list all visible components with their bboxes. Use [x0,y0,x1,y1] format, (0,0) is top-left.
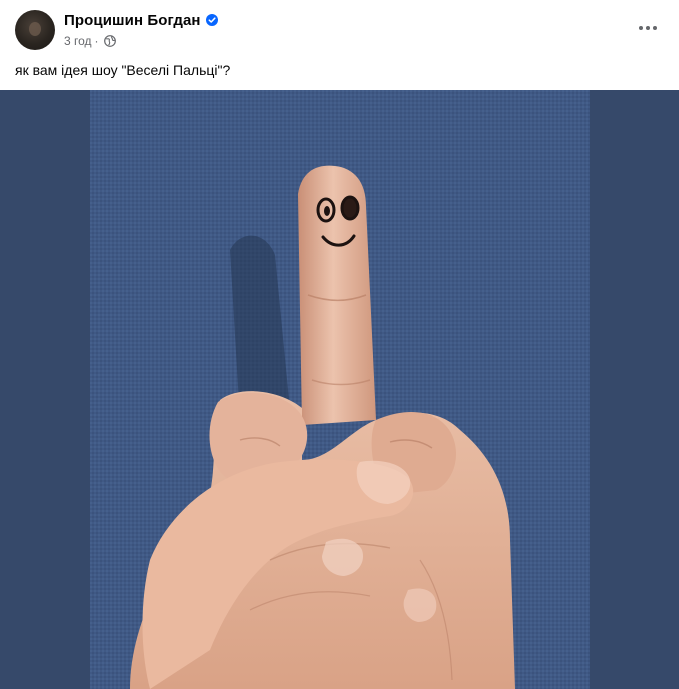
more-horizontal-icon [639,26,657,30]
post-timestamp[interactable]: 3 год [64,34,92,48]
post-header: Процишин Богдан 3 год · [0,0,679,56]
meta-separator: · [94,33,99,48]
post-media[interactable] [0,90,679,689]
verified-badge-icon [205,14,218,26]
author-name[interactable]: Процишин Богдан [64,12,201,29]
author-avatar[interactable] [15,10,55,50]
post-message: як вам ідея шоу "Веселі Пальці"? [15,62,231,78]
more-options-button[interactable] [634,14,662,42]
post-photo[interactable] [90,90,590,689]
facebook-post: Процишин Богдан 3 год · як вам ідея шоу … [0,0,679,689]
avatar-face [29,22,41,36]
globe-icon[interactable] [103,34,116,47]
author-row: Процишин Богдан [64,11,218,29]
post-meta: 3 год · [64,33,116,48]
